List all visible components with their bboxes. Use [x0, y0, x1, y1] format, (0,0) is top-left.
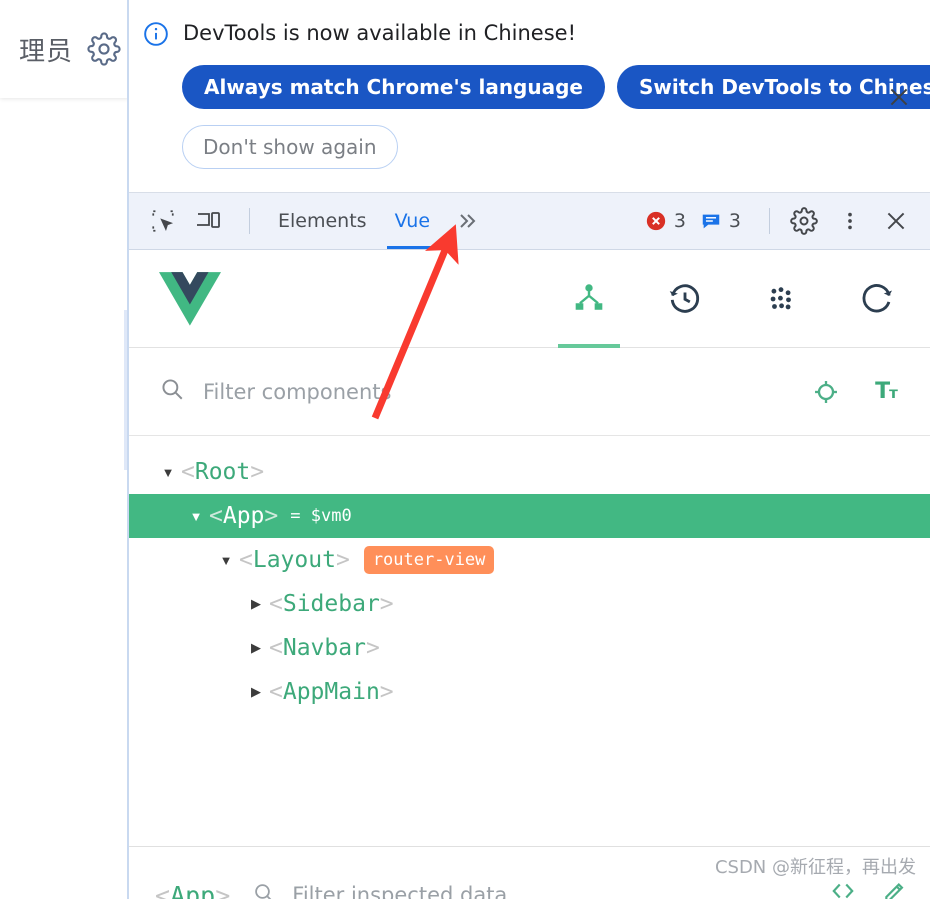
tab-vue[interactable]: Vue	[381, 193, 444, 249]
tree-row[interactable]: ▶ <Sidebar>	[129, 582, 930, 626]
error-icon	[646, 211, 665, 231]
component-label: Navbar	[282, 635, 366, 661]
components-tab[interactable]	[558, 250, 620, 348]
code-brackets-icon[interactable]	[830, 878, 856, 899]
page-header: 理员	[0, 0, 129, 98]
component-filter-bar: Tт	[129, 348, 930, 436]
chevron-double-right-icon[interactable]	[444, 193, 488, 249]
angle-open: <	[269, 635, 283, 661]
component-name: <Root>	[181, 459, 264, 485]
expander-triangle-icon[interactable]: ▼	[183, 509, 209, 524]
banner-message: DevTools is now available in Chinese!	[183, 21, 576, 45]
gear-icon[interactable]	[784, 201, 824, 241]
expander-triangle-icon[interactable]: ▶	[243, 684, 269, 700]
inspected-component-name: <App>	[155, 881, 230, 899]
expander-triangle-icon[interactable]: ▶	[243, 596, 269, 612]
vue-logo	[159, 271, 221, 327]
always-match-language-button[interactable]: Always match Chrome's language	[182, 65, 605, 109]
tree-row[interactable]: ▼ <Layout> router-view	[129, 538, 930, 582]
angle-close: >	[365, 635, 380, 661]
angle-open: <	[209, 503, 223, 529]
watermark: CSDN @新征程，再出发	[714, 857, 916, 878]
filter-inspected-data-input[interactable]: Filter inspected data	[292, 883, 507, 899]
component-tree[interactable]: ▼ <Root> ▼ <App> = $vm0 ▼ <Layout> route…	[129, 436, 930, 847]
message-counter[interactable]: 3	[700, 210, 741, 232]
component-label: Root	[194, 459, 251, 485]
screenshot-root: 理员 DevTools is now available in Chinese!…	[0, 0, 930, 899]
message-count: 3	[728, 210, 741, 232]
component-name: <Layout>	[239, 547, 350, 573]
vm-reference-label: = $vm0	[290, 506, 352, 526]
devtools-panel: DevTools is now available in Chinese! Al…	[129, 0, 930, 899]
devtools-toolbar: Elements Vue 3 3	[129, 192, 930, 250]
angle-open: <	[269, 679, 283, 705]
text-size-icon[interactable]: Tт	[864, 370, 908, 414]
component-label: Layout	[252, 547, 336, 573]
text-size-small-letter: т	[889, 384, 898, 402]
edit-pencil-icon[interactable]	[882, 878, 908, 899]
tree-row[interactable]: ▶ <Navbar>	[129, 626, 930, 670]
vuex-tab[interactable]	[750, 250, 812, 348]
angle-open: <	[155, 880, 171, 899]
info-circle-icon	[143, 21, 169, 47]
expander-triangle-icon[interactable]: ▼	[213, 553, 239, 568]
banner-button-row: Always match Chrome's language Switch De…	[182, 65, 930, 109]
language-banner: DevTools is now available in Chinese! Al…	[129, 0, 930, 192]
target-crosshair-icon[interactable]	[804, 370, 848, 414]
refresh-tab[interactable]	[846, 250, 908, 348]
device-toolbar-icon[interactable]	[189, 201, 229, 241]
tree-row[interactable]: ▼ <Root>	[129, 450, 930, 494]
close-icon[interactable]	[876, 201, 916, 241]
error-counter[interactable]: 3	[645, 210, 686, 232]
text-size-big-letter: T	[875, 379, 890, 404]
angle-open: <	[181, 459, 195, 485]
expander-triangle-icon[interactable]: ▶	[243, 640, 269, 656]
admin-label: 理员	[18, 36, 73, 67]
component-name: <Navbar>	[269, 635, 380, 661]
angle-open: <	[239, 547, 253, 573]
timeline-tab[interactable]	[654, 250, 716, 348]
component-name: <AppMain>	[269, 679, 394, 705]
component-label: App	[170, 880, 216, 899]
inspector-bar: <App> Filter inspected data CSDN @新征程，再出…	[129, 847, 930, 899]
angle-close: >	[379, 591, 394, 617]
toolbar-divider	[249, 208, 250, 234]
angle-open: <	[269, 591, 283, 617]
inspect-element-icon[interactable]	[143, 201, 183, 241]
component-label: Sidebar	[282, 591, 380, 617]
vue-panel-header	[129, 250, 930, 348]
gear-icon[interactable]	[85, 30, 123, 68]
router-view-badge: router-view	[363, 546, 495, 574]
filter-components-input[interactable]	[201, 378, 788, 405]
angle-close: >	[215, 880, 231, 899]
angle-close: >	[335, 547, 350, 573]
more-vertical-icon[interactable]	[830, 201, 870, 241]
component-label: App	[222, 503, 265, 529]
search-icon	[252, 881, 276, 899]
toolbar-divider-2	[769, 208, 770, 234]
error-count: 3	[673, 210, 686, 232]
close-icon[interactable]	[882, 80, 916, 114]
dont-show-again-button[interactable]: Don't show again	[182, 125, 398, 169]
tab-elements[interactable]: Elements	[264, 193, 381, 249]
underlying-page: 理员	[0, 0, 129, 899]
component-label: AppMain	[282, 679, 380, 705]
angle-close: >	[250, 459, 265, 485]
message-icon	[702, 214, 720, 229]
tree-row[interactable]: ▼ <App> = $vm0	[129, 494, 930, 538]
tree-row[interactable]: ▶ <AppMain>	[129, 670, 930, 714]
angle-close: >	[264, 503, 279, 529]
search-icon	[159, 376, 185, 407]
component-name: <Sidebar>	[269, 591, 394, 617]
component-name: <App>	[209, 503, 278, 529]
angle-close: >	[379, 679, 394, 705]
expander-triangle-icon[interactable]: ▼	[155, 465, 181, 480]
